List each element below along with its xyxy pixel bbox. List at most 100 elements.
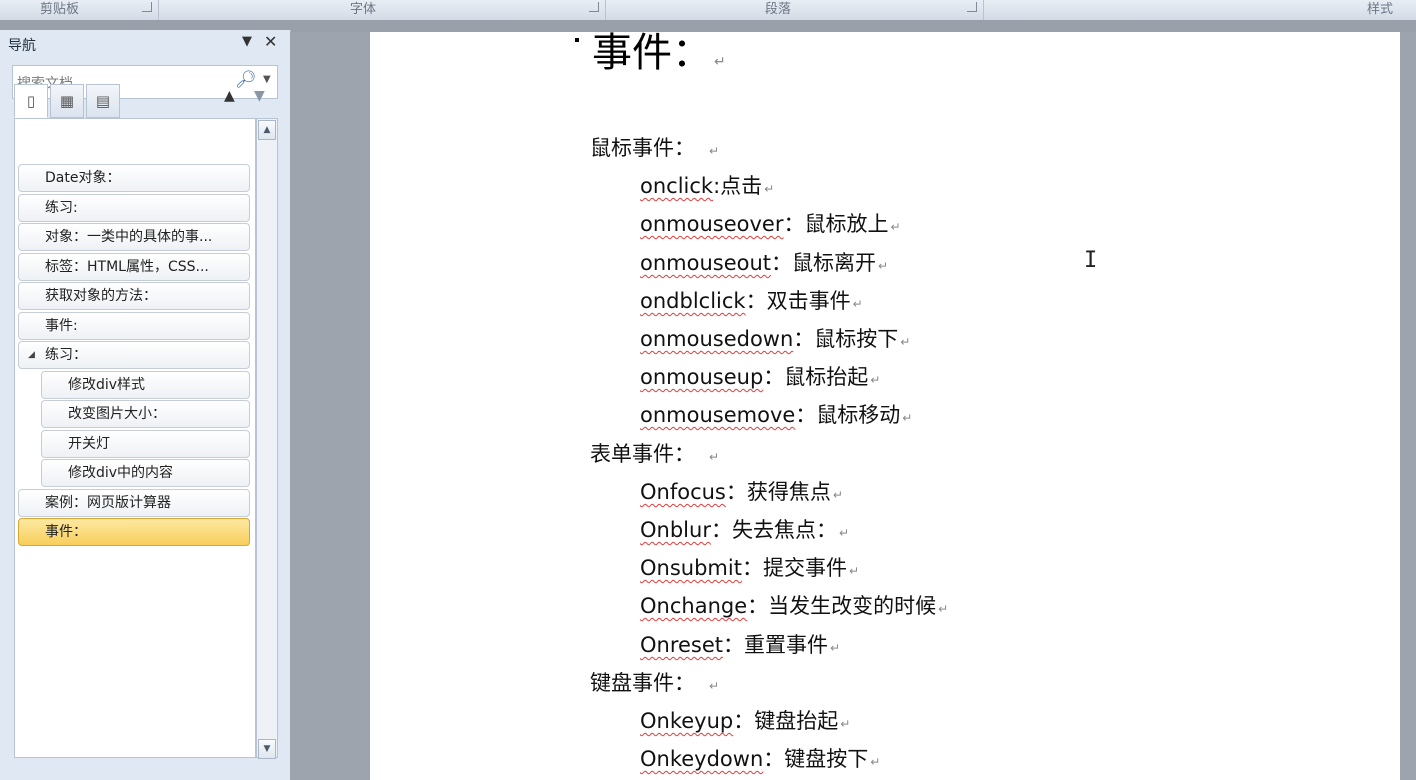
event-line: onmousemove：鼠标移动 ↵ [640, 399, 912, 429]
nav-heading-label: 标签：HTML属性，CSS... [45, 259, 209, 275]
previous-heading-icon[interactable]: ▲ [224, 88, 235, 104]
nav-header: 导航 ▼ ✕ [0, 30, 290, 58]
paragraph-mark: ↵ [878, 259, 889, 273]
event-separator: ： [783, 212, 805, 236]
paragraph-mark: ↵ [870, 373, 881, 387]
event-separator: ： [747, 594, 769, 618]
nav-heading-item[interactable]: 事件: [18, 312, 250, 340]
event-separator: ： [745, 289, 767, 313]
chevron-down-icon[interactable]: ▼ [263, 74, 271, 85]
event-line: Onchange：当发生改变的时候 ↵ [640, 590, 948, 620]
section-title-text: 键盘事件： [590, 671, 695, 695]
event-description: 鼠标离开 [792, 251, 877, 275]
event-description: 失去焦点： [731, 518, 837, 542]
paragraph-mark: ↵ [870, 755, 881, 769]
ribbon-group-label: 字体 [350, 2, 377, 17]
nav-heading-item[interactable]: 案例：网页版计算器 [18, 489, 250, 517]
nav-heading-label: 练习： [45, 347, 87, 363]
nav-heading-item[interactable]: 对象：一类中的具体的事... [18, 223, 250, 251]
event-line: Onblur：失去焦点： ↵ [640, 514, 849, 544]
event-name: onmouseover [640, 212, 784, 236]
ribbon-group-label: 段落 [765, 2, 792, 17]
event-name: Onfocus [640, 480, 726, 504]
document-margin [290, 32, 370, 780]
tree-scrollbar[interactable]: ▲ ▼ [256, 118, 278, 759]
event-name: Onsubmit [640, 556, 742, 580]
nav-heading-item[interactable]: 练习: [18, 194, 250, 222]
event-name: onclick [640, 174, 714, 198]
next-heading-icon[interactable]: ▼ [254, 88, 265, 104]
event-line: ondblclick：双击事件 ↵ [640, 285, 863, 315]
paragraph-mark: ↵ [714, 54, 726, 70]
nav-heading-label: 事件： [45, 524, 87, 540]
event-name: onmouseup [640, 365, 764, 389]
chevron-down-icon[interactable]: ▼ [242, 34, 252, 49]
close-icon[interactable]: ✕ [264, 32, 277, 51]
nav-heading-label: 修改div中的内容 [68, 465, 174, 481]
paragraph-mark: ↵ [832, 488, 843, 502]
event-description: 鼠标移动 [816, 403, 901, 427]
paragraph-mark: ↵ [938, 602, 949, 616]
nav-heading-item[interactable]: 修改div中的内容 [41, 459, 250, 487]
event-name: Onkeydown [640, 747, 764, 771]
dialog-launcher-icon[interactable] [589, 2, 599, 12]
nav-heading-item[interactable]: 改变图片大小： [41, 400, 250, 428]
results-view-icon[interactable]: ▤ [86, 84, 120, 118]
heading-bullet [575, 38, 579, 42]
nav-heading-item[interactable]: 事件： [18, 518, 250, 546]
paragraph-mark: ↵ [709, 144, 720, 158]
nav-heading-label: 改变图片大小： [68, 406, 166, 422]
document-gutter [1400, 32, 1416, 780]
event-description: 双击事件 [766, 289, 851, 313]
event-separator: ： [763, 747, 785, 771]
pages-view-icon[interactable]: ▦ [50, 84, 84, 118]
nav-heading-item[interactable]: Date对象： [18, 164, 250, 192]
ribbon-group-styles: 样式 [983, 0, 1416, 20]
paragraph-mark: ↵ [902, 411, 913, 425]
ribbon-group-font: 字体 [158, 0, 606, 20]
event-separator: ： [771, 251, 793, 275]
nav-heading-label: 事件: [45, 318, 78, 334]
search-icon[interactable]: 🔎︎ [235, 70, 257, 90]
event-separator: ： [793, 327, 815, 351]
paragraph-mark: ↵ [890, 220, 901, 234]
event-name: onmousedown [640, 327, 794, 351]
document-heading: 事件： ↵ [592, 20, 726, 78]
paragraph-mark: ↵ [852, 297, 863, 311]
nav-heading-item[interactable]: ◢ 练习： [18, 341, 250, 369]
dialog-launcher-icon[interactable] [967, 2, 977, 12]
nav-heading-item[interactable]: 修改div样式 [41, 371, 250, 399]
paragraph-mark: ↵ [838, 526, 850, 540]
event-name: onmousemove [640, 403, 796, 427]
headings-view-icon[interactable]: ▯ [14, 84, 48, 118]
event-separator: ： [723, 633, 745, 657]
paragraph-mark: ↵ [709, 450, 720, 464]
nav-heading-item[interactable]: 开关灯 [41, 430, 250, 458]
ribbon-group-paragraph: 段落 [605, 0, 984, 20]
event-description: 重置事件 [744, 633, 829, 657]
event-separator: ： [763, 365, 785, 389]
event-name: onmouseout [640, 251, 772, 275]
heading-text: 事件： [592, 30, 712, 76]
event-name: ondblclick [640, 289, 746, 313]
ribbon-group-clipboard: 剪贴板 [0, 0, 159, 20]
scroll-up-icon[interactable]: ▲ [258, 120, 276, 140]
section-title: 鼠标事件： ↵ [590, 132, 719, 162]
ribbon-group-labels: 剪贴板 字体 段落 样式 [0, 0, 1416, 21]
event-line: Onkeydown：键盘按下 ↵ [640, 743, 880, 773]
nav-heading-label: 开关灯 [68, 436, 110, 452]
event-name: Onkeyup [640, 709, 734, 733]
expand-triangle-icon[interactable]: ◢ [28, 342, 35, 368]
event-description: 获得焦点 [746, 480, 831, 504]
dialog-launcher-icon[interactable] [142, 2, 152, 12]
paragraph-mark: ↵ [709, 679, 720, 693]
nav-heading-item[interactable]: 获取对象的方法： [18, 282, 250, 310]
scroll-down-icon[interactable]: ▼ [258, 739, 276, 759]
paragraph-mark: ↵ [840, 717, 851, 731]
event-separator: ： [795, 403, 817, 427]
event-line: onmouseup：鼠标抬起 ↵ [640, 361, 880, 391]
nav-heading-label: 获取对象的方法： [45, 288, 157, 304]
event-name: Onblur [640, 518, 711, 542]
section-title-text: 鼠标事件： [590, 136, 695, 160]
nav-heading-item[interactable]: 标签：HTML属性，CSS... [18, 253, 250, 281]
